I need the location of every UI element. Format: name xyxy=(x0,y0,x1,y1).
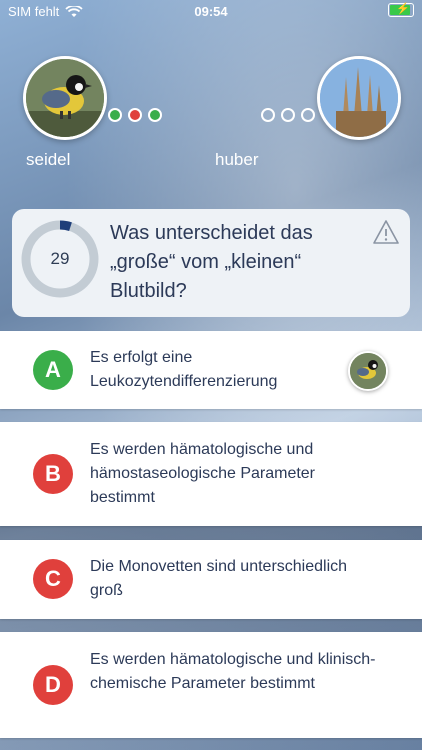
question-text: Was unterscheidet das „große“ vom „klein… xyxy=(110,222,313,302)
answer-text: Es erfolgt eine Leukozytendifferenzierun… xyxy=(90,349,278,390)
answer-option-b[interactable]: B Es werden hämatologische und hämostase… xyxy=(0,422,422,526)
answer-text: Es werden hämatologische und klinisch-ch… xyxy=(90,651,376,692)
score-dots-seidel xyxy=(108,108,162,122)
score-dot xyxy=(108,108,122,122)
player-choice-avatar xyxy=(348,351,388,391)
answer-option-c[interactable]: C Die Monovetten sind unterschiedlich gr… xyxy=(0,540,422,619)
answer-text: Die Monovetten sind unterschiedlich groß xyxy=(90,558,348,599)
player-avatar-seidel xyxy=(23,56,107,140)
answer-letter-badge: C xyxy=(33,559,73,599)
score-dot xyxy=(128,108,142,122)
question-card: 29 Was unterscheidet das „große“ vom „kl… xyxy=(12,209,410,317)
score-dot xyxy=(281,108,295,122)
score-dot xyxy=(301,108,315,122)
player-name-huber: huber xyxy=(215,150,259,169)
score-dot xyxy=(148,108,162,122)
answer-letter-badge: A xyxy=(33,350,73,390)
answer-option-a[interactable]: A Es erfolgt eine Leukozytendifferenzier… xyxy=(0,331,422,409)
bird-icon xyxy=(350,353,386,389)
score-dots-huber xyxy=(261,108,315,122)
player-name-seidel: seidel xyxy=(26,150,71,169)
church-icon xyxy=(320,59,398,137)
answer-option-d[interactable]: D Es werden hämatologische und klinisch-… xyxy=(0,632,422,738)
timer-value: 29 xyxy=(50,249,70,268)
answer-text: Es werden hämatologische und hämostaseol… xyxy=(90,441,316,506)
status-bar: SIM fehlt 09:54 ⚡ xyxy=(0,0,422,22)
answer-letter-badge: D xyxy=(33,665,73,705)
answer-letter-badge: B xyxy=(33,454,73,494)
clock: 09:54 xyxy=(194,4,228,19)
player-avatar-huber xyxy=(317,56,401,140)
score-dot xyxy=(261,108,275,122)
bird-icon xyxy=(26,59,104,137)
report-warning-icon[interactable] xyxy=(372,219,400,245)
battery-icon: ⚡ xyxy=(388,3,414,17)
countdown-timer: 29 xyxy=(20,219,100,299)
